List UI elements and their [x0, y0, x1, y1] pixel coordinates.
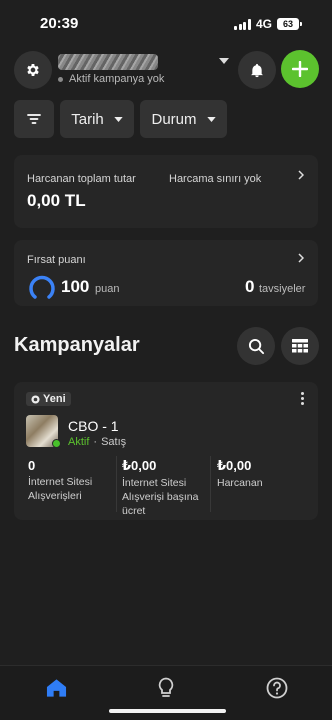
badge-star-icon [31, 394, 40, 404]
campaign-card[interactable]: Yeni CBO - 1 Aktif · Satış 0 İnternet Si… [14, 382, 318, 520]
battery-tip [300, 22, 302, 26]
campaign-status: Aktif · Satış [68, 436, 126, 448]
more-options-button[interactable] [301, 392, 304, 405]
status-dot [58, 76, 63, 82]
status-indicators: 4G 63 [234, 17, 302, 31]
opportunity-score-value: 100 [61, 277, 90, 296]
metric-value: ₺0,00 [122, 458, 157, 473]
caret-down-icon[interactable] [219, 58, 229, 64]
table-icon [292, 339, 308, 353]
spend-limit-label: Harcama sınırı yok [169, 173, 262, 185]
settings-button[interactable] [14, 51, 52, 89]
lightbulb-icon [158, 677, 174, 697]
divider [210, 456, 211, 512]
metric-label: İnternet Sitesi Alışverişi başına ücret [122, 477, 199, 517]
filter-row: Tarih Durum [14, 100, 227, 138]
notifications-button[interactable] [238, 51, 276, 89]
help-icon [266, 677, 288, 699]
metric-cost-per-purchase: ₺0,00 İnternet Sitesi Alışverişi başına … [122, 458, 210, 518]
date-filter-label: Tarih [71, 110, 104, 128]
account-status: Aktif kampanya yok [58, 73, 164, 85]
search-icon [248, 338, 264, 354]
home-indicator[interactable] [109, 709, 226, 713]
caret-down-icon [114, 116, 123, 122]
nav-home[interactable] [44, 676, 68, 700]
date-filter[interactable]: Tarih [60, 100, 134, 138]
status-bar: 20:39 4G 63 [0, 0, 332, 46]
signal-icon [234, 18, 251, 30]
search-button[interactable] [237, 327, 275, 365]
account-status-text: Aktif kampanya yok [69, 73, 165, 85]
metric-label: İnternet Sitesi Alışverişleri [28, 476, 93, 502]
metric-value: ₺0,00 [217, 458, 252, 473]
opportunity-score-label: Fırsat puanı [27, 254, 86, 266]
caret-down-icon [206, 116, 216, 122]
gear-icon [27, 64, 39, 76]
bell-icon [251, 63, 263, 77]
new-badge: Yeni [26, 392, 71, 406]
recommendations-count: 0 [245, 277, 255, 296]
active-status-dot [52, 439, 61, 448]
spend-card[interactable]: Harcanan toplam tutar 0,00 TL Harcama sı… [14, 155, 318, 228]
metric-label: Harcanan [217, 477, 263, 489]
opportunity-score-card[interactable]: Fırsat puanı 100 puan 0 tavsiyeler [14, 240, 318, 306]
status-time: 20:39 [40, 15, 79, 32]
metric-spend: ₺0,00 Harcanan [217, 458, 305, 490]
battery-icon: 63 [277, 18, 299, 30]
divider [116, 456, 117, 512]
spend-value: 0,00 TL [27, 191, 86, 210]
nav-ideas[interactable] [154, 676, 178, 700]
table-view-button[interactable] [281, 327, 319, 365]
recommendations-label: tavsiyeler [259, 283, 306, 295]
plus-icon [292, 61, 308, 77]
score-ring-icon [29, 275, 55, 299]
metric-value: 0 [28, 458, 36, 473]
chevron-right-icon [298, 170, 304, 180]
chevron-right-icon [298, 253, 304, 263]
filter-icon [27, 114, 41, 124]
network-type: 4G [255, 17, 272, 31]
nav-help[interactable] [265, 676, 289, 700]
separator-dot: · [93, 436, 98, 448]
header: Aktif kampanya yok [0, 50, 332, 90]
create-button[interactable] [281, 50, 319, 88]
opportunity-score-unit: puan [95, 283, 120, 295]
new-badge-label: Yeni [43, 393, 66, 405]
status-filter-label: Durum [151, 110, 197, 128]
campaign-objective: Satış [101, 436, 127, 448]
campaign-name: CBO - 1 [68, 418, 119, 434]
spend-label: Harcanan toplam tutar [27, 173, 136, 185]
account-name[interactable] [58, 54, 158, 70]
home-icon [46, 679, 66, 697]
campaign-status-active: Aktif [68, 436, 90, 448]
campaigns-title: Kampanyalar [14, 334, 140, 356]
status-filter[interactable]: Durum [140, 100, 227, 138]
filter-button[interactable] [14, 100, 54, 138]
metric-purchases: 0 İnternet Sitesi Alışverişleri [28, 458, 116, 503]
